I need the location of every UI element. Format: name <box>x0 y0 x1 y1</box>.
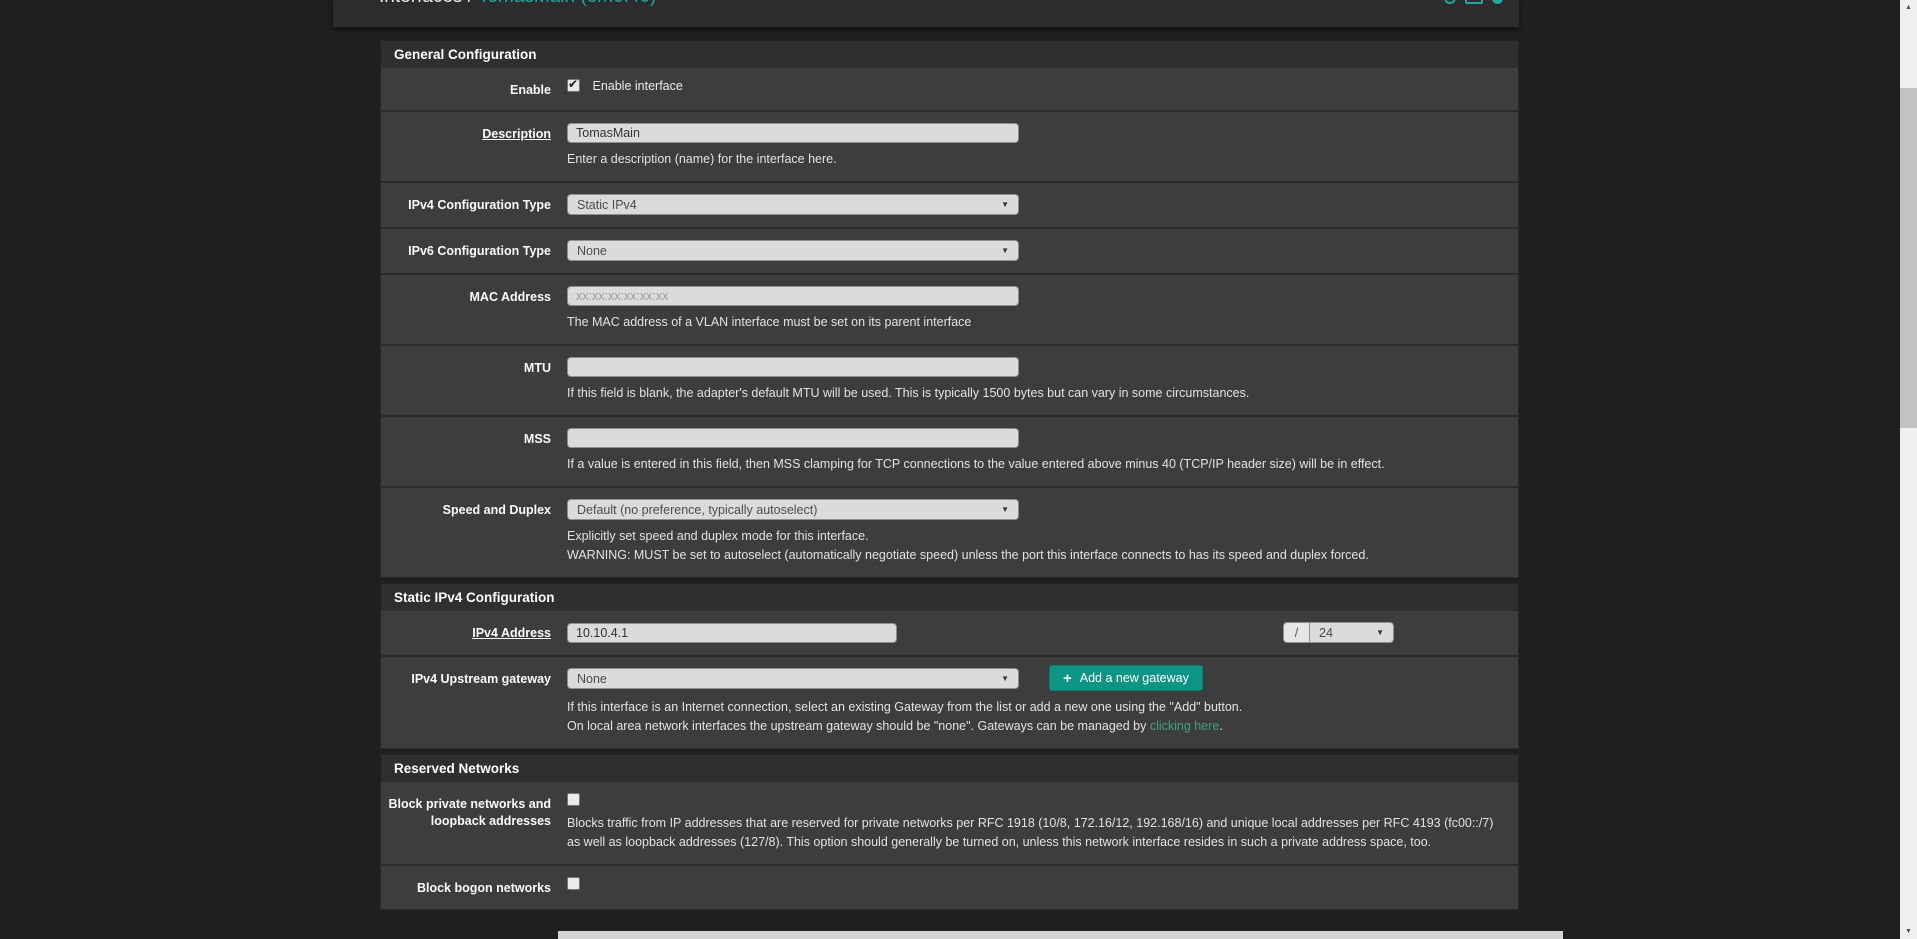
chevron-down-icon: ▼ <box>1001 200 1009 210</box>
speed-duplex-help-line1: Explicitly set speed and duplex mode for… <box>567 529 869 544</box>
breadcrumb-separator: / <box>462 0 478 7</box>
cidr-separator: / <box>1283 622 1310 644</box>
clicking-here-link[interactable]: clicking here <box>1150 719 1219 733</box>
interface-config-form: General Configuration Enable Enable inte… <box>380 40 1519 915</box>
breadcrumb-page-link[interactable]: TomasMain (em0.40) <box>478 0 656 7</box>
panel-title-general-configuration: General Configuration <box>380 40 1519 68</box>
row-ipv4-address: IPv4 Address / 24 ▼ <box>381 611 1518 658</box>
cidr-select[interactable]: 24 ▼ <box>1310 622 1394 644</box>
ipv6-type-label: IPv6 Configuration Type <box>408 244 551 259</box>
mtu-help: If this field is blank, the adapter's de… <box>567 386 1250 401</box>
row-speed-and-duplex: Speed and Duplex Default (no preference,… <box>381 488 1518 577</box>
chevron-down-icon: ▼ <box>1001 246 1009 256</box>
description-help: Enter a description (name) for the inter… <box>567 152 837 167</box>
ipv4-address-label: IPv4 Address <box>472 626 551 641</box>
speed-duplex-selected-value: Default (no preference, typically autose… <box>577 502 818 517</box>
scrollbar-down-arrow[interactable]: ▼ <box>1900 924 1917 939</box>
add-gateway-button-label: Add a new gateway <box>1079 671 1189 686</box>
row-enable: Enable Enable interface <box>381 68 1518 113</box>
panel-title-static-ipv4-configuration: Static IPv4 Configuration <box>380 583 1519 612</box>
chevron-down-icon: ▼ <box>1001 674 1009 684</box>
status-icon[interactable] <box>1444 0 1456 4</box>
description-label: Description <box>482 127 551 142</box>
cidr-selected-value: 24 <box>1319 625 1333 640</box>
speed-duplex-label: Speed and Duplex <box>442 503 551 518</box>
ipv4-type-selected-value: Static IPv4 <box>577 197 637 212</box>
gateway-selected-value: None <box>577 671 607 686</box>
panel-reserved-networks: Reserved Networks Block private networks… <box>380 754 1519 910</box>
breadcrumb-section: Interfaces <box>379 0 462 7</box>
ipv6-type-selected-value: None <box>577 243 607 258</box>
gateway-help-line2: On local area network interfaces the ups… <box>567 719 1223 734</box>
plus-icon: + <box>1063 669 1072 687</box>
scrollbar-up-arrow[interactable]: ▲ <box>1900 0 1917 15</box>
breadcrumb: Interfaces / TomasMain (em0.40) <box>379 0 656 8</box>
enable-checkbox-label: Enable interface <box>592 79 683 93</box>
breadcrumb-bar: Interfaces / TomasMain (em0.40) <box>333 0 1519 27</box>
add-gateway-button[interactable]: + Add a new gateway <box>1049 665 1203 692</box>
mtu-input[interactable] <box>567 357 1019 378</box>
ipv4-type-label: IPv4 Configuration Type <box>408 198 551 213</box>
row-ipv4-configuration-type: IPv4 Configuration Type Static IPv4 ▼ <box>381 183 1518 230</box>
log-icon[interactable] <box>1465 0 1483 4</box>
speed-duplex-help: Explicitly set speed and duplex mode for… <box>567 527 1504 565</box>
vertical-scrollbar[interactable]: ▲ ▼ <box>1900 0 1917 939</box>
row-description: Description Enter a description (name) f… <box>381 112 1518 184</box>
row-block-bogon-networks: Block bogon networks <box>381 866 1518 908</box>
row-mac-address: MAC Address The MAC address of a VLAN in… <box>381 275 1518 347</box>
gateway-help: If this interface is an Internet connect… <box>567 698 1504 736</box>
panel-static-ipv4-configuration: Static IPv4 Configuration IPv4 Address /… <box>380 583 1519 750</box>
ipv4-upstream-gateway-label: IPv4 Upstream gateway <box>411 672 551 687</box>
row-block-private-networks: Block private networks and loopback addr… <box>381 782 1518 867</box>
block-bogon-networks-checkbox[interactable] <box>567 877 580 891</box>
ipv4-type-select[interactable]: Static IPv4 ▼ <box>567 194 1019 216</box>
mac-address-label: MAC Address <box>469 290 552 305</box>
row-ipv6-configuration-type: IPv6 Configuration Type None ▼ <box>381 229 1518 276</box>
speed-duplex-help-line2: WARNING: MUST be set to autoselect (auto… <box>567 548 1369 563</box>
chevron-down-icon: ▼ <box>1376 628 1384 638</box>
mac-address-input[interactable] <box>567 286 1019 307</box>
panel-title-reserved-networks: Reserved Networks <box>380 754 1519 783</box>
row-mtu: MTU If this field is blank, the adapter'… <box>381 346 1518 418</box>
mss-label: MSS <box>523 432 551 447</box>
breadcrumb-icons <box>1444 0 1503 4</box>
ipv4-upstream-gateway-select[interactable]: None ▼ <box>567 668 1019 690</box>
help-icon[interactable] <box>1492 0 1503 4</box>
cidr-group: / 24 ▼ <box>1283 622 1394 644</box>
block-private-networks-label: Block private networks and loopback addr… <box>388 797 551 828</box>
ipv4-address-input[interactable] <box>567 622 897 643</box>
chevron-down-icon: ▼ <box>1001 505 1009 515</box>
description-input[interactable] <box>567 123 1019 144</box>
panel-general-configuration: General Configuration Enable Enable inte… <box>380 40 1519 579</box>
mtu-label: MTU <box>523 361 551 376</box>
block-bogon-networks-label: Block bogon networks <box>416 881 551 896</box>
gateway-help-line1: If this interface is an Internet connect… <box>567 700 1243 715</box>
mac-address-help: The MAC address of a VLAN interface must… <box>567 315 972 330</box>
row-ipv4-upstream-gateway: IPv4 Upstream gateway None ▼ + Add a new… <box>381 657 1518 748</box>
block-private-networks-help: Blocks traffic from IP addresses that ar… <box>567 816 1494 850</box>
enable-label: Enable <box>510 83 551 97</box>
enable-checkbox[interactable] <box>567 77 580 92</box>
mss-input[interactable] <box>567 428 1019 449</box>
block-private-networks-checkbox[interactable] <box>567 793 580 807</box>
row-mss: MSS If a value is entered in this field,… <box>381 417 1518 489</box>
speed-duplex-select[interactable]: Default (no preference, typically autose… <box>567 499 1019 521</box>
bottom-cutoff-strip <box>558 931 1563 939</box>
scrollbar-thumb[interactable] <box>1900 88 1917 428</box>
ipv6-type-select[interactable]: None ▼ <box>567 240 1019 262</box>
mss-help: If a value is entered in this field, the… <box>567 457 1385 472</box>
